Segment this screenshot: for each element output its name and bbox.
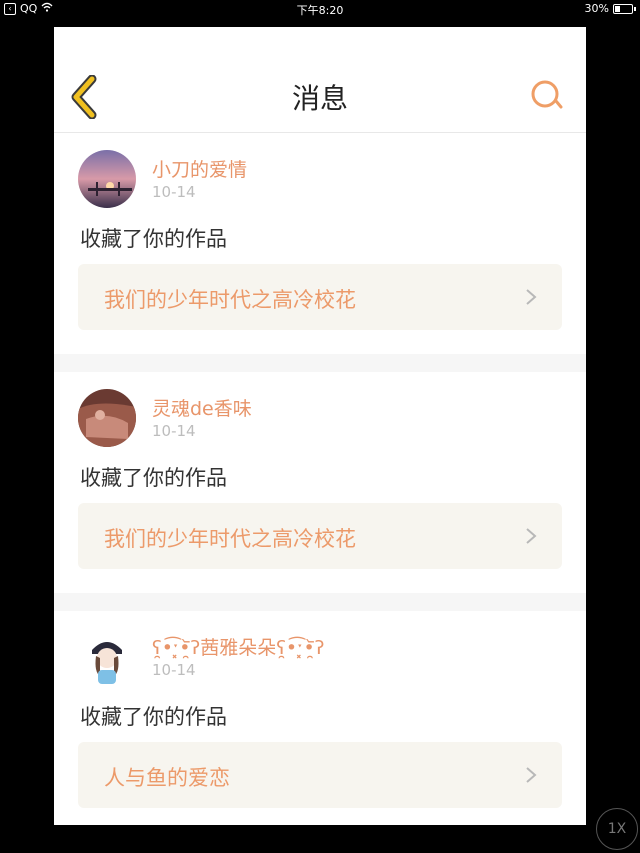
work-title: 我们的少年时代之高冷校花	[104, 527, 356, 551]
battery-percent: 30%	[584, 2, 609, 15]
search-icon	[531, 80, 563, 109]
message-date: 10-14	[152, 422, 196, 440]
user-name[interactable]: ʕ̯•͡ˑ͓•̯᷅ʔ茜雅朵朵ʕ̯•͡ˑ͓•̯᷅ʔ	[152, 633, 324, 660]
avatar[interactable]	[78, 628, 136, 686]
zoom-button[interactable]: 1X	[596, 808, 638, 850]
action-text: 收藏了你的作品	[80, 705, 227, 729]
card-divider	[54, 354, 586, 372]
work-link[interactable]: 我们的少年时代之高冷校花	[78, 503, 562, 569]
message-card: ʕ̯•͡ˑ͓•̯᷅ʔ茜雅朵朵ʕ̯•͡ˑ͓•̯᷅ʔ 10-14 收藏了你的作品 人…	[54, 611, 586, 825]
app-window: 消息 小刀的爱情 10-14 收藏了你的作品 我们的少年时代之高冷校花 灵魂de…	[54, 27, 586, 825]
chevron-right-icon	[526, 289, 537, 305]
nav-bar: 消息	[54, 27, 586, 133]
work-title: 人与鱼的爱恋	[104, 766, 230, 790]
work-link[interactable]: 人与鱼的爱恋	[78, 742, 562, 808]
work-link[interactable]: 我们的少年时代之高冷校花	[78, 264, 562, 330]
work-title: 我们的少年时代之高冷校花	[104, 288, 356, 312]
status-time: 下午8:20	[296, 4, 344, 17]
chevron-right-icon	[526, 767, 537, 783]
card-divider	[54, 593, 586, 611]
battery-icon	[613, 3, 633, 14]
status-bar: ‹ QQ 下午8:20 30%	[0, 0, 640, 18]
chevron-right-icon	[526, 528, 537, 544]
avatar[interactable]	[78, 150, 136, 208]
message-card: 灵魂de香味 10-14 收藏了你的作品 我们的少年时代之高冷校花	[54, 372, 586, 593]
battery-tip	[634, 6, 636, 11]
user-name[interactable]: 灵魂de香味	[152, 394, 252, 421]
status-right: 30%	[585, 2, 636, 15]
message-date: 10-14	[152, 661, 196, 679]
avatar[interactable]	[78, 389, 136, 447]
message-date: 10-14	[152, 183, 196, 201]
page-title: 消息	[291, 82, 348, 115]
user-name[interactable]: 小刀的爱情	[152, 155, 247, 182]
action-text: 收藏了你的作品	[80, 227, 227, 251]
action-text: 收藏了你的作品	[80, 466, 227, 490]
search-button[interactable]	[530, 79, 564, 113]
message-card: 小刀的爱情 10-14 收藏了你的作品 我们的少年时代之高冷校花	[54, 133, 586, 354]
